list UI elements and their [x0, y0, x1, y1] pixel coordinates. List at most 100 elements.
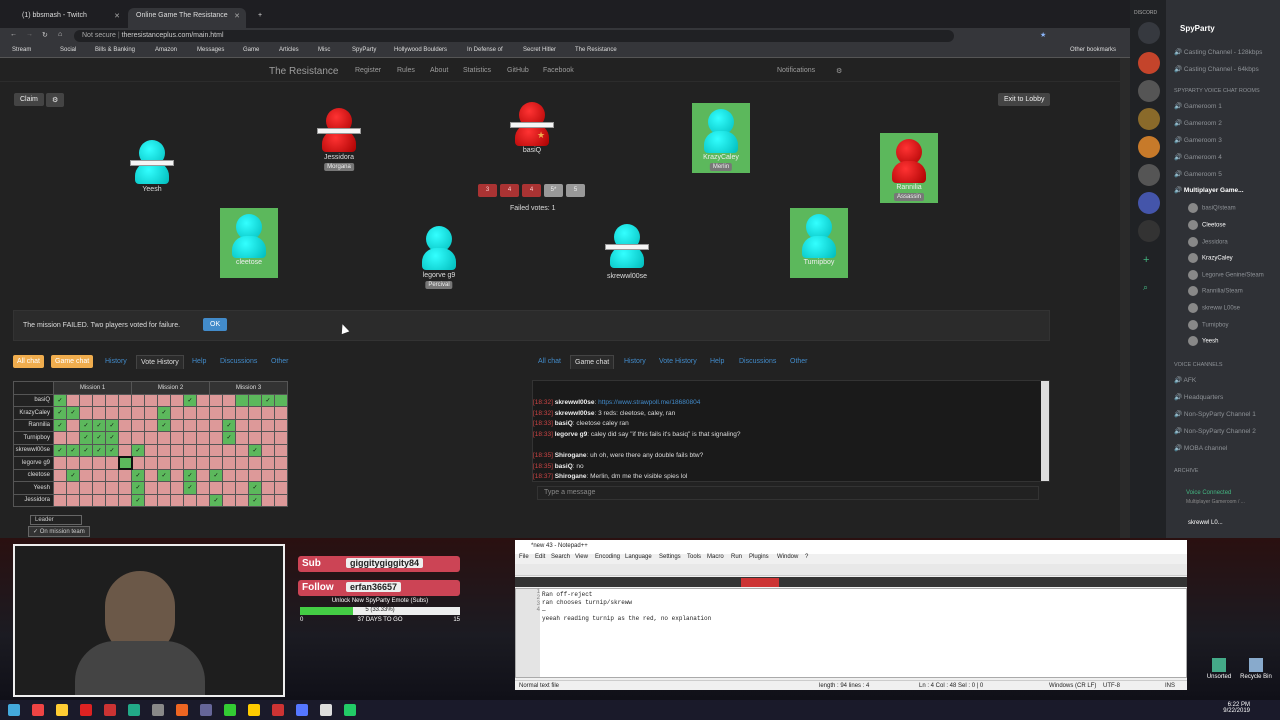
desktop-icon-recycle-bin[interactable]: Recycle Bin [1238, 658, 1274, 680]
clock[interactable]: 6:22 PM 9/22/2019 [1223, 702, 1250, 714]
page-scrollbar[interactable] [1120, 58, 1130, 538]
notepadpp-icon[interactable] [224, 704, 236, 716]
voice-user[interactable]: Legorve Genine/Steam [1188, 270, 1264, 280]
menu-search[interactable]: Search [551, 554, 570, 560]
voice-user[interactable]: KrazyCaley [1188, 253, 1233, 263]
nav-facebook[interactable]: Facebook [543, 67, 574, 74]
explorer-icon[interactable] [56, 704, 68, 716]
menu-plugins[interactable]: Plugins [749, 554, 769, 560]
calculator-icon[interactable] [320, 704, 332, 716]
server-icon[interactable] [1138, 164, 1160, 186]
tab-game-chat[interactable]: Game chat [51, 355, 94, 368]
bookmark-star-icon[interactable]: ★ [1040, 31, 1046, 39]
bookmark-misc[interactable]: Misc [318, 47, 330, 53]
gear-icon[interactable]: ⚙ [46, 93, 65, 107]
bookmark-spyparty[interactable]: SpyParty [352, 47, 376, 53]
tab-discussions[interactable]: Discussions [216, 355, 261, 368]
section-header[interactable]: Voice Channels [1174, 362, 1223, 368]
nav-statistics[interactable]: Statistics [463, 67, 491, 74]
nav-notifications[interactable]: Notifications [777, 67, 815, 74]
ok-button[interactable]: OK [203, 318, 228, 331]
voice-channel[interactable]: 🔊 Casting Channel - 64kbps [1174, 65, 1280, 73]
menu-window[interactable]: Window [777, 554, 798, 560]
tab-other-right[interactable]: Other [786, 355, 812, 368]
menu-encoding[interactable]: Encoding [595, 554, 620, 560]
player-rannilia[interactable]: Rannilia Assassin [880, 133, 938, 203]
exit-to-lobby-button[interactable]: Exit to Lobby [998, 93, 1051, 106]
player-cleetose[interactable]: cleetose [220, 208, 278, 278]
server-icon[interactable] [1138, 192, 1160, 214]
menu-view[interactable]: View [575, 554, 588, 560]
player-yeesh[interactable]: Yeesh [123, 130, 181, 200]
bookmark-bills[interactable]: Bills & Banking [95, 47, 135, 53]
voice-channel[interactable]: 🔊 Gameroom 4 [1174, 153, 1280, 161]
tab-active[interactable] [741, 578, 779, 587]
player-legorve[interactable]: legorve g9 Percival [410, 220, 468, 290]
voice-channel[interactable]: 🔊 Casting Channel - 128kbps [1174, 48, 1280, 56]
voice-user[interactable]: skreww L00se [1188, 303, 1240, 313]
tab-all-chat[interactable]: All chat [13, 355, 44, 368]
chat-scrollbar[interactable] [1041, 381, 1049, 481]
voice-channel[interactable]: 🔊 Non-SpyParty Channel 1 [1174, 410, 1280, 418]
browser-tab-twitch[interactable]: (1) bbsmash - Twitch ✕ [14, 8, 126, 28]
bookmark-resistance[interactable]: The Resistance [575, 47, 617, 53]
player-krazycaley[interactable]: KrazyCaley Merlin [692, 103, 750, 173]
new-tab-button[interactable]: + [250, 8, 270, 28]
home-icon[interactable]: ⌂ [58, 31, 62, 38]
settings-icon[interactable]: ⚙ [836, 67, 842, 75]
nav-github[interactable]: GitHub [507, 67, 529, 74]
discord-icon[interactable] [296, 704, 308, 716]
close-icon[interactable]: ✕ [234, 12, 240, 20]
player-turnipboy[interactable]: Turnipboy [790, 208, 848, 278]
url-field[interactable]: Not secure | theresistanceplus.com/main.… [74, 30, 954, 42]
menu-tools[interactable]: Tools [687, 554, 701, 560]
tab-help[interactable]: Help [188, 355, 210, 368]
menu-language[interactable]: Language [625, 554, 652, 560]
app-icon[interactable] [176, 704, 188, 716]
server-icon[interactable] [1138, 220, 1160, 242]
site-brand[interactable]: The Resistance [269, 66, 338, 77]
server-name[interactable]: SpyParty [1180, 24, 1215, 33]
discord-home-icon[interactable] [1138, 22, 1160, 44]
app-icon[interactable] [248, 704, 260, 716]
bookmark-other[interactable]: Other bookmarks [1070, 47, 1116, 53]
nav-register[interactable]: Register [355, 67, 381, 74]
voice-user[interactable]: Cleetose [1188, 220, 1226, 230]
reload-icon[interactable]: ↻ [42, 31, 48, 39]
bookmark-hollywood[interactable]: Hollywood Boulders [394, 47, 447, 53]
back-icon[interactable]: ← [10, 31, 17, 38]
menu-edit[interactable]: Edit [535, 554, 545, 560]
self-username[interactable]: skrewwl L0... [1188, 520, 1223, 526]
app-icon[interactable] [80, 704, 92, 716]
bookmark-game[interactable]: Game [243, 47, 259, 53]
tab-history[interactable]: History [101, 355, 131, 368]
chat-input[interactable]: Type a message [537, 486, 1039, 500]
bookmark-social[interactable]: Social [60, 47, 76, 53]
app-icon[interactable] [128, 704, 140, 716]
voice-channel[interactable]: 🔊 Headquarters [1174, 393, 1280, 401]
voice-channel[interactable]: 🔊 Non-SpyParty Channel 2 [1174, 427, 1280, 435]
game-chat-log[interactable]: [18:32] skrewwl00se: https://www.strawpo… [532, 380, 1050, 482]
server-icon[interactable] [1138, 80, 1160, 102]
tab-vote-history[interactable]: Vote History [136, 355, 184, 369]
voice-user[interactable]: Turnipboy [1188, 320, 1228, 330]
voice-user[interactable]: Jessidora [1188, 237, 1228, 247]
tab-discussions-right[interactable]: Discussions [735, 355, 780, 368]
tab-game-chat-right[interactable]: Game chat [570, 355, 615, 369]
close-icon[interactable]: ✕ [114, 12, 120, 20]
section-header[interactable]: SpyParty Voice Chat Rooms [1174, 88, 1260, 94]
tab-history-right[interactable]: History [620, 355, 650, 368]
bookmark-amazon[interactable]: Amazon [155, 47, 177, 53]
browser-tab-resistance[interactable]: Online Game The Resistance ✕ [128, 8, 246, 28]
voice-user[interactable]: Yeesh [1188, 336, 1218, 346]
voice-channel[interactable]: 🔊 Gameroom 3 [1174, 136, 1280, 144]
menu-help[interactable]: ? [805, 554, 808, 560]
server-icon[interactable] [1138, 136, 1160, 158]
voice-channel[interactable]: 🔊 AFK [1174, 376, 1280, 384]
add-server-icon[interactable]: + [1143, 254, 1149, 266]
claim-button[interactable]: Claim [14, 93, 44, 106]
voice-channel[interactable]: 🔊 Gameroom 2 [1174, 119, 1280, 127]
bookmark-articles[interactable]: Articles [279, 47, 299, 53]
menu-file[interactable]: File [519, 554, 529, 560]
app-icon[interactable] [152, 704, 164, 716]
